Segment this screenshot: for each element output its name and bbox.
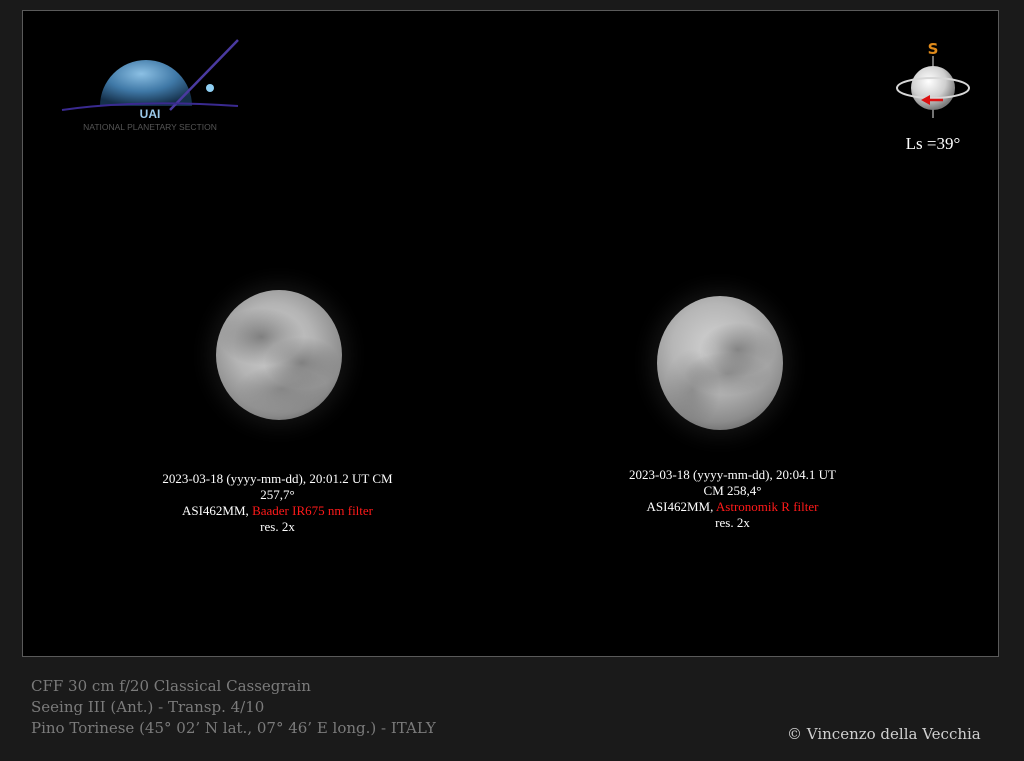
filter-label: Astronomik R filter	[715, 499, 819, 514]
caption-resolution: res. 2x	[715, 515, 750, 530]
caption-datetime: 2023-03-18 (yyyy-mm-dd), 20:04.1 UT	[629, 467, 836, 482]
mars-image-r-filter	[657, 296, 783, 430]
camera-label: ASI462MM,	[646, 499, 716, 514]
caption-equipment: ASI462MM, Baader IR675 nm filter	[140, 503, 415, 519]
caption-cm: CM 258,4°	[703, 483, 762, 498]
caption-cm: 257,7°	[260, 487, 295, 502]
svg-text:NATIONAL PLANETARY SECTION: NATIONAL PLANETARY SECTION	[83, 122, 217, 132]
caption-left: 2023-03-18 (yyyy-mm-dd), 20:01.2 UT CM 2…	[140, 471, 415, 535]
observation-info: CFF 30 cm f/20 Classical Cassegrain Seei…	[31, 676, 436, 739]
orientation-globe-icon: S	[896, 40, 970, 118]
caption-equipment: ASI462MM, Astronomik R filter	[600, 499, 865, 515]
camera-label: ASI462MM,	[181, 503, 253, 518]
caption-right: 2023-03-18 (yyyy-mm-dd), 20:04.1 UT CM 2…	[600, 467, 865, 531]
caption-resolution: res. 2x	[260, 519, 295, 534]
location-info: Pino Torinese (45° 02’ N lat., 07° 46’ E…	[31, 719, 436, 737]
svg-text:UAI: UAI	[140, 107, 161, 121]
seeing-info: Seeing III (Ant.) - Transp. 4/10	[31, 698, 265, 716]
solar-longitude-label: Ls =39°	[905, 134, 961, 153]
copyright-label: © Vincenzo della Vecchia	[787, 725, 981, 743]
mars-image-ir675	[216, 290, 342, 420]
telescope-info: CFF 30 cm f/20 Classical Cassegrain	[31, 677, 311, 695]
uai-logo: UAI NATIONAL PLANETARY SECTION	[61, 39, 239, 132]
filter-label: Baader IR675 nm filter	[252, 503, 373, 518]
caption-datetime: 2023-03-18 (yyyy-mm-dd), 20:01.2 UT CM	[162, 471, 393, 486]
pole-label: S	[928, 40, 939, 58]
